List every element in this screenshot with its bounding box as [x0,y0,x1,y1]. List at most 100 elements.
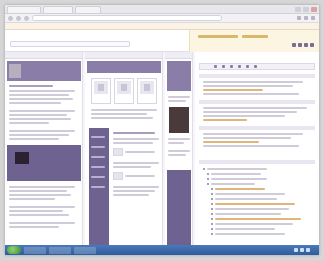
menu-item[interactable] [91,156,105,158]
text-line [203,85,293,87]
narrow-column-heading [165,52,192,59]
text-line [125,175,155,177]
tree-item[interactable] [215,208,289,210]
tree-item[interactable] [215,233,285,235]
tree-bullet [211,228,213,230]
text-line [203,93,299,95]
minimize-icon[interactable] [295,6,301,12]
image-icon[interactable] [246,65,249,68]
product-card[interactable] [91,78,111,104]
menu-icon[interactable] [311,16,315,20]
tree-item[interactable] [211,178,267,180]
menu-item[interactable] [91,136,105,138]
tree-item[interactable] [215,203,295,205]
tree-item[interactable] [207,168,267,170]
maximize-icon[interactable] [303,6,309,12]
print-icon[interactable] [298,43,302,47]
tree-bullet [211,188,213,190]
text-line [9,222,75,224]
text-line [168,150,190,152]
star-icon[interactable] [304,16,308,20]
browser-tab[interactable] [43,5,73,13]
search-input[interactable] [10,41,130,47]
section-header [199,126,315,130]
header-accent-panel [189,30,319,52]
text-line [9,226,59,228]
tree-item[interactable] [215,223,293,225]
tree-item[interactable] [215,198,277,200]
taskbar-item[interactable] [74,246,96,254]
menu-item[interactable] [91,186,105,188]
text-line [9,194,71,196]
text-line [9,198,55,200]
window-controls [295,6,319,12]
text-line [113,190,155,192]
tree-item[interactable] [215,188,265,190]
bold-icon[interactable] [214,65,217,68]
product-card[interactable] [114,78,134,104]
section-header [199,160,315,164]
narrow-column [165,52,193,245]
taskbar-item[interactable] [24,246,46,254]
profile-photo[interactable] [9,64,21,78]
text-line [9,122,49,124]
text-line [91,117,153,119]
tree-item[interactable] [215,228,275,230]
back-icon[interactable] [8,15,13,21]
tree-item[interactable] [211,183,255,185]
toolbar-icons [297,16,319,20]
text-line [9,210,63,212]
browser-tab[interactable] [7,5,41,13]
tree-bullet [211,213,213,215]
text-line [113,142,153,144]
battery-icon[interactable] [306,248,310,252]
thumbnail[interactable] [113,172,123,180]
share-icon[interactable] [292,43,296,47]
text-line [9,98,73,100]
text-line [203,107,307,109]
text-line [9,85,53,87]
text-line [9,190,67,192]
more-icon[interactable] [254,65,257,68]
middle-column-heading [85,52,162,59]
tree-item[interactable] [211,173,261,175]
text-line [203,137,291,139]
forward-icon[interactable] [16,15,21,21]
mail-icon[interactable] [304,43,308,47]
browser-tab[interactable] [75,5,101,13]
product-card[interactable] [137,78,157,104]
windows-start-icon[interactable] [7,246,21,254]
tree-bullet [207,173,209,175]
system-tray [294,248,313,252]
italic-icon[interactable] [222,65,225,68]
video-thumbnail[interactable] [15,152,29,164]
menu-item[interactable] [91,146,105,148]
person-photo[interactable] [169,107,189,133]
browser-tabstrip [5,5,319,14]
settings-icon[interactable] [310,43,314,47]
text-line [9,138,59,140]
monitor-frame [0,0,324,261]
menu-item[interactable] [91,176,105,178]
list-icon[interactable] [230,65,233,68]
text-line [9,118,71,120]
section-banner [87,61,161,73]
tree-item[interactable] [215,218,301,220]
network-icon[interactable] [294,248,298,252]
tree-item[interactable] [215,193,285,195]
address-bar[interactable] [32,15,222,21]
thumbnail[interactable] [113,148,123,156]
tree-item[interactable] [215,213,281,215]
text-line [91,113,147,115]
menu-item[interactable] [91,166,105,168]
volume-icon[interactable] [300,248,304,252]
text-line [203,81,303,83]
taskbar-item[interactable] [49,246,71,254]
home-icon[interactable] [297,16,301,20]
link-icon[interactable] [238,65,241,68]
text-line [9,134,69,136]
reload-icon[interactable] [24,15,29,21]
text-line [203,115,285,117]
text-line [113,166,151,168]
close-icon[interactable] [311,6,317,12]
